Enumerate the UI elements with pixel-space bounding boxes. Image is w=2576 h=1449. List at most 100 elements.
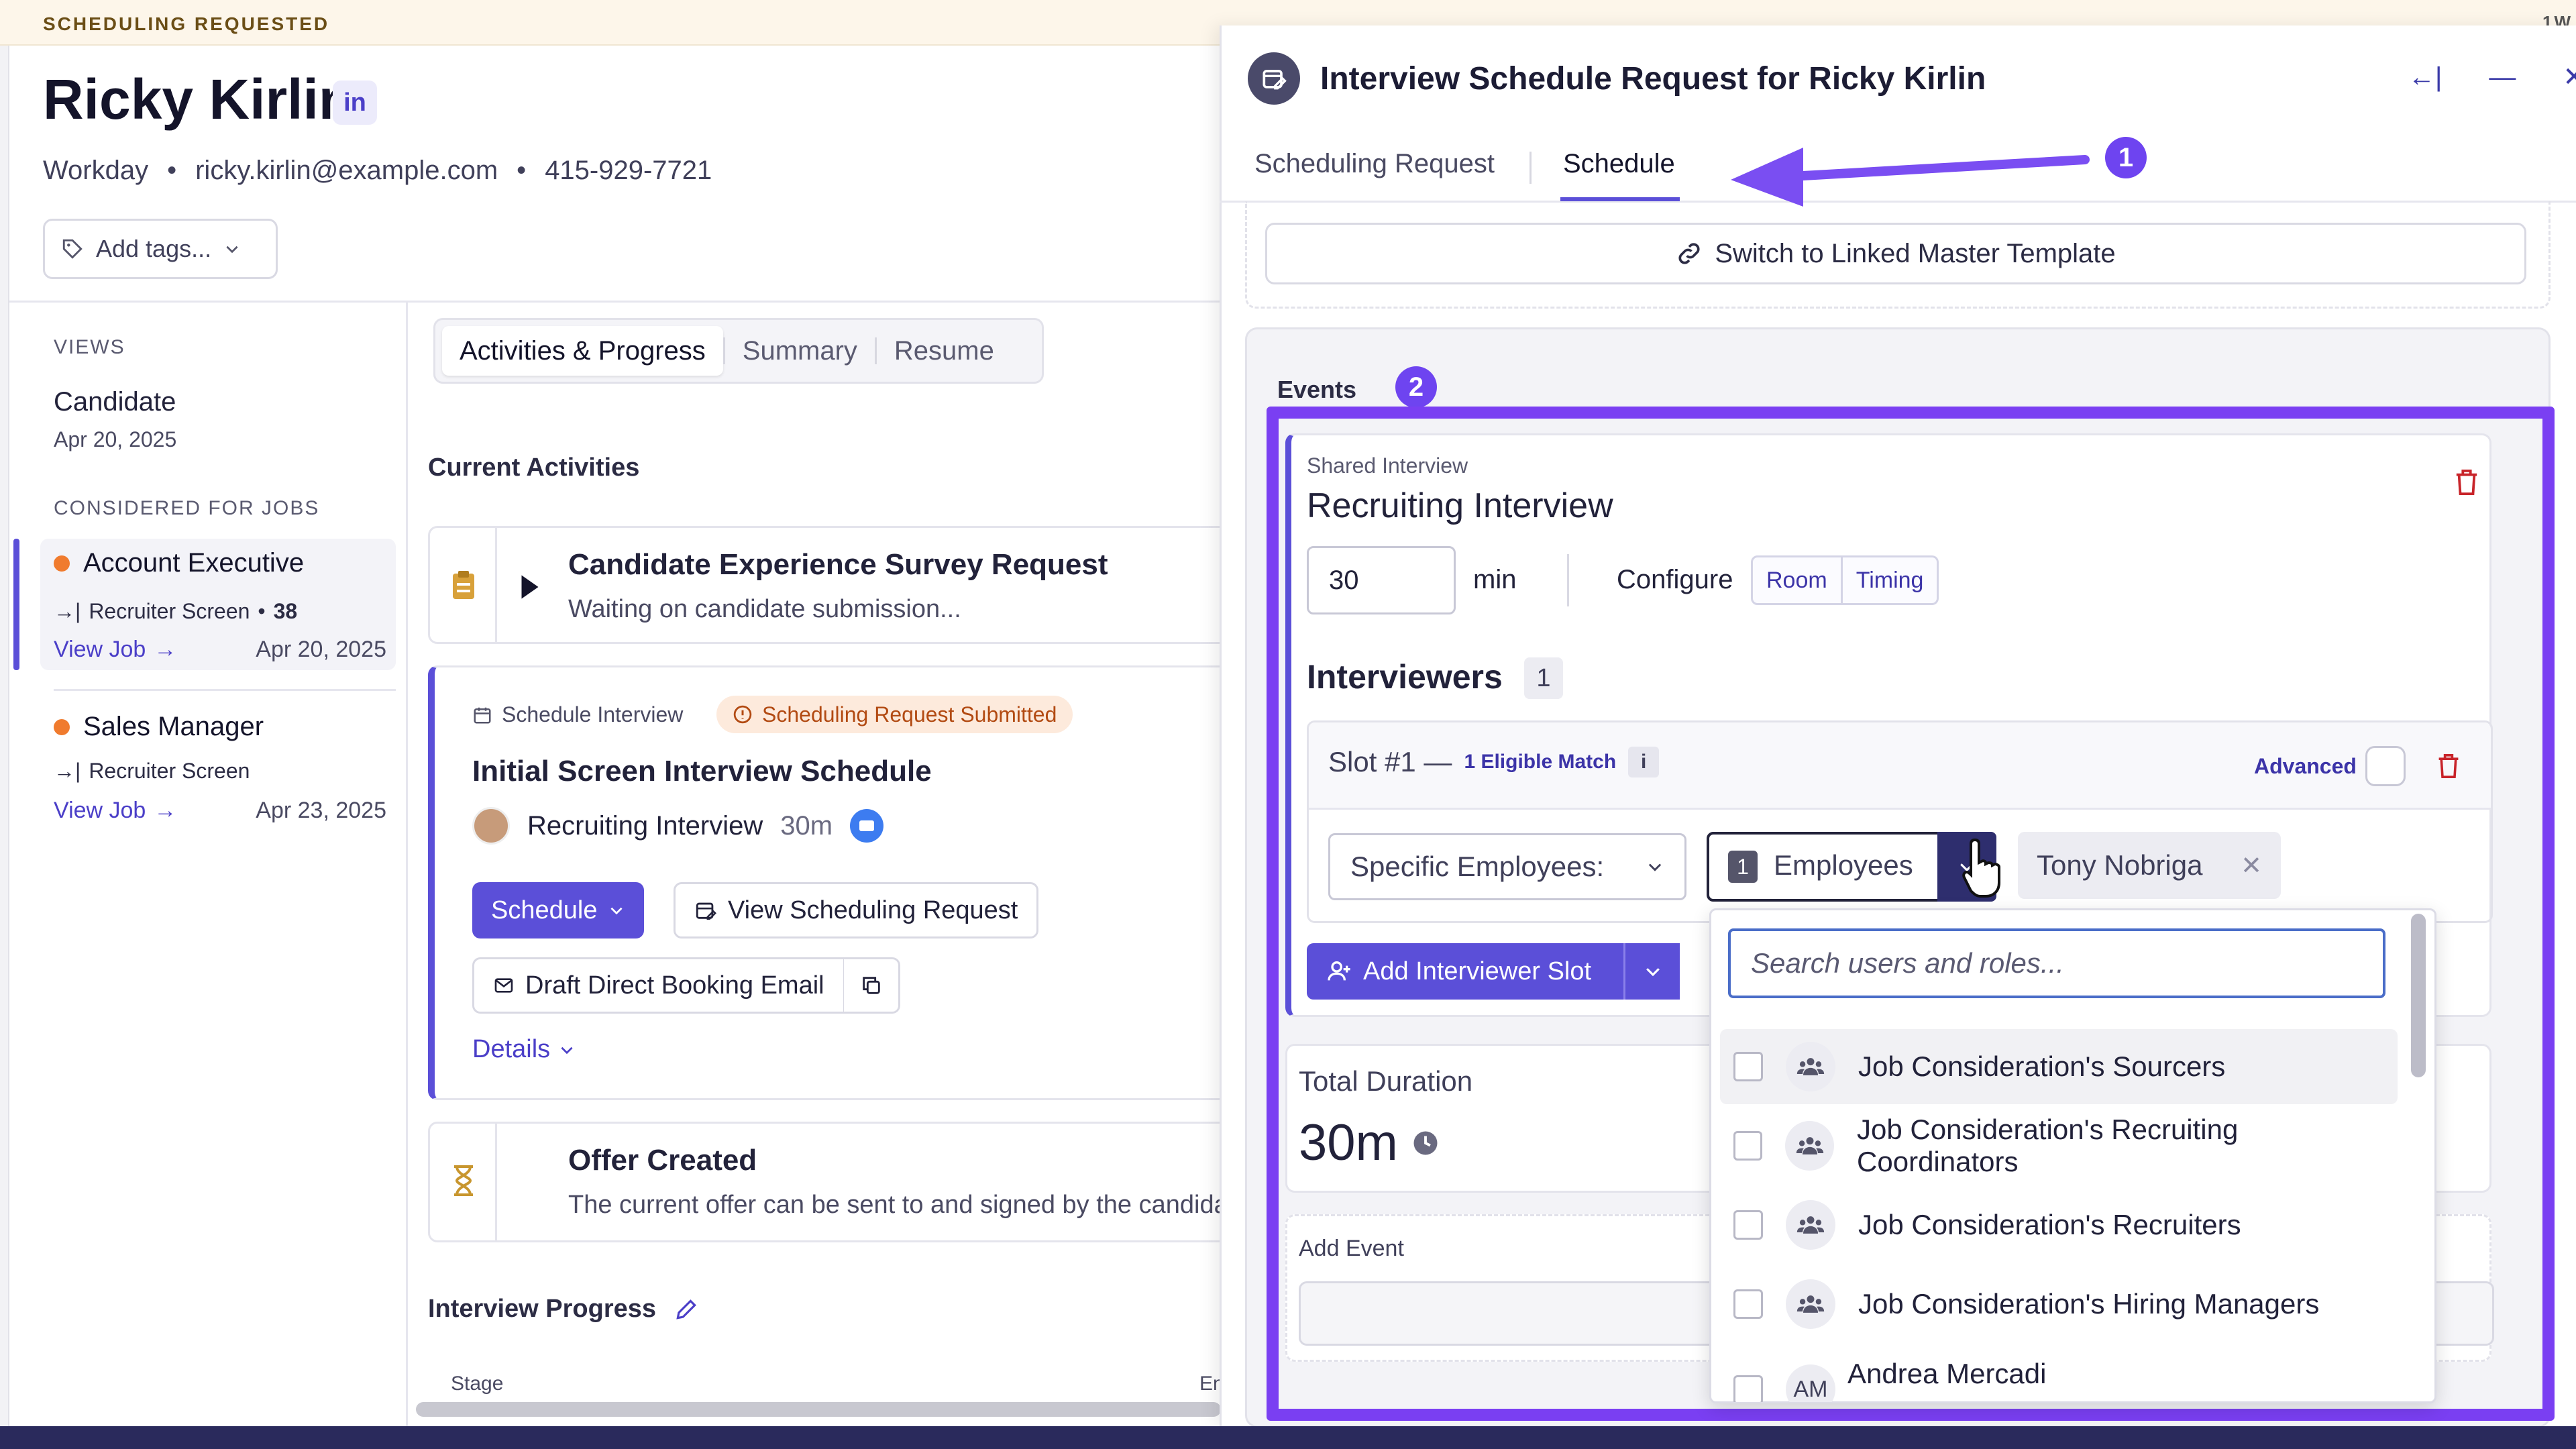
interviewer-type-value: Specific Employees:: [1350, 851, 1605, 882]
option-label: Job Consideration's Recruiters: [1858, 1209, 2241, 1240]
pencil-icon[interactable]: [674, 1297, 699, 1322]
draft-direct-booking-email-button[interactable]: Draft Direct Booking Email: [472, 957, 845, 1014]
expand-caret-icon[interactable]: [520, 574, 540, 600]
tab-resume[interactable]: Resume: [877, 326, 1012, 376]
interview-duration: 30m: [780, 810, 833, 841]
stage-column-header: Stage: [451, 1373, 504, 1395]
total-duration-label: Total Duration: [1299, 1065, 1473, 1097]
view-job-link[interactable]: View Job: [54, 798, 146, 824]
schedule-button-label: Schedule: [491, 896, 598, 924]
candidate-contact: Workday • ricky.kirlin@example.com • 415-9…: [43, 156, 712, 186]
duration-input[interactable]: 30: [1307, 546, 1456, 614]
sidebar-job-account-executive[interactable]: Account Executive →| Recruiter Screen • 38 …: [13, 539, 396, 670]
event-kind: Shared Interview: [1307, 453, 1468, 478]
draft-email-label: Draft Direct Booking Email: [525, 971, 824, 1000]
minimize-icon[interactable]: —: [2489, 62, 2516, 93]
job-title: Account Executive: [83, 548, 305, 578]
tab-summary[interactable]: Summary: [725, 326, 875, 376]
interviewers-heading: Interviewers: [1307, 658, 1503, 696]
eligible-match-link[interactable]: 1 Eligible Match: [1464, 751, 1616, 773]
close-icon[interactable]: ✕: [2563, 62, 2576, 93]
schedule-title: Initial Screen Interview Schedule: [472, 755, 932, 788]
chevron-down-icon: [610, 907, 623, 915]
tab-schedule[interactable]: Schedule: [1563, 149, 1675, 179]
tab-scheduling-request[interactable]: Scheduling Request: [1254, 149, 1495, 179]
candidate-phone[interactable]: 415-929-7721: [545, 156, 712, 186]
interview-progress-label: Interview Progress: [428, 1295, 657, 1323]
sidebar-item-candidate-date: Apr 20, 2025: [54, 427, 177, 451]
divider: [1567, 554, 1569, 606]
option-checkbox[interactable]: [1733, 1052, 1763, 1081]
sidebar-item-candidate[interactable]: Candidate: [54, 387, 176, 417]
job-date: Apr 23, 2025: [256, 798, 386, 823]
offer-activity-card[interactable]: Offer Created The current offer can be s…: [428, 1122, 1273, 1242]
annotation-badge-2: 2: [1395, 366, 1437, 408]
chevron-down-icon: [1648, 863, 1662, 871]
dropdown-option[interactable]: Job Consideration's Recruiting Coordinat…: [1720, 1108, 2398, 1183]
slot-label: Slot #1 —: [1328, 746, 1452, 777]
chevron-down-icon: [561, 1046, 573, 1054]
pointer-cursor-icon: [1962, 838, 2000, 898]
search-users-input[interactable]: Search users and roles...: [1728, 928, 2385, 998]
switch-template-label: Switch to Linked Master Template: [1715, 238, 2116, 268]
panel-header: Interview Schedule Request for Ricky Kir…: [1248, 52, 1986, 105]
timing-button[interactable]: Timing: [1842, 555, 1939, 605]
delete-slot-icon[interactable]: [2436, 753, 2461, 780]
clipboard-icon: [453, 571, 474, 599]
calendar-icon: [474, 707, 491, 723]
dropdown-scrollbar[interactable]: [2411, 914, 2426, 1077]
advanced-toggle[interactable]: [2365, 746, 2406, 786]
delete-event-icon[interactable]: [2454, 468, 2479, 496]
job-date: Apr 20, 2025: [256, 637, 386, 662]
add-tags-dropdown[interactable]: Add tags...: [43, 219, 278, 279]
tab-activities-progress[interactable]: Activities & Progress: [442, 326, 723, 376]
activity-tabs: Activities & Progress Summary Resume: [433, 318, 1044, 384]
option-checkbox[interactable]: [1733, 1210, 1763, 1240]
event-name[interactable]: Recruiting Interview: [1307, 486, 1613, 526]
option-checkbox[interactable]: [1733, 1289, 1763, 1319]
view-scheduling-request-button[interactable]: View Scheduling Request: [674, 882, 1039, 938]
dropdown-option[interactable]: AM Andrea Mercadi: [1720, 1342, 2398, 1402]
option-checkbox[interactable]: [1733, 1375, 1763, 1402]
duration-unit: min: [1473, 565, 1517, 594]
sidebar-job-sales-manager[interactable]: Sales Manager →| Recruiter Screen View Jo…: [40, 705, 396, 837]
mail-icon: [494, 978, 513, 993]
activity-subtitle: The current offer can be sent to and sig…: [568, 1191, 1250, 1219]
dropdown-option[interactable]: Job Consideration's Hiring Managers: [1720, 1267, 2398, 1342]
configure-segmented-control: Room Timing: [1751, 555, 1939, 605]
add-slot-label: Add Interviewer Slot: [1363, 957, 1592, 985]
option-label: Andrea Mercadi: [1847, 1358, 2047, 1389]
advanced-label: Advanced: [2254, 754, 2357, 778]
tag-icon: [62, 239, 83, 259]
interviewers-count: 1: [1524, 657, 1563, 699]
job-stage: Recruiter Screen: [89, 599, 250, 623]
dropdown-option[interactable]: Job Consideration's Recruiters: [1720, 1187, 2398, 1263]
survey-activity-card[interactable]: Candidate Experience Survey Request Wait…: [428, 526, 1273, 644]
linkedin-icon[interactable]: in: [333, 80, 377, 125]
slot-title: Slot #1 — 1 Eligible Match i: [1328, 746, 1660, 778]
schedule-button[interactable]: Schedule: [472, 882, 645, 938]
view-job-link[interactable]: View Job: [54, 637, 146, 663]
add-tags-label: Add tags...: [96, 235, 212, 262]
details-toggle[interactable]: Details: [472, 1035, 576, 1064]
video-call-icon: [850, 809, 884, 843]
horizontal-scrollbar[interactable]: [416, 1402, 1221, 1417]
add-slot-options-toggle[interactable]: [1623, 943, 1680, 1000]
sidebar: VIEWS Candidate Apr 20, 2025 CONSIDERED …: [9, 303, 408, 1428]
option-checkbox[interactable]: [1733, 1131, 1763, 1161]
candidate-email[interactable]: ricky.kirlin@example.com: [195, 156, 498, 186]
current-activities-heading: Current Activities: [428, 453, 640, 482]
remove-chip-icon[interactable]: ✕: [2241, 851, 2262, 881]
info-icon[interactable]: i: [1628, 747, 1660, 777]
group-icon: [1786, 1200, 1835, 1250]
room-button[interactable]: Room: [1751, 555, 1843, 605]
chevron-down-icon: [226, 246, 238, 254]
selected-employee-chip: Tony Nobriga ✕: [2018, 832, 2281, 899]
collapse-panel-icon[interactable]: ←|: [2408, 62, 2442, 93]
copy-button[interactable]: [844, 957, 900, 1014]
dropdown-option[interactable]: Job Consideration's Sourcers: [1720, 1029, 2398, 1104]
activity-title: Offer Created: [568, 1144, 757, 1177]
switch-template-button[interactable]: Switch to Linked Master Template: [1265, 223, 2526, 284]
interviewer-type-select[interactable]: Specific Employees:: [1328, 833, 1686, 900]
copy-icon: [862, 977, 880, 994]
